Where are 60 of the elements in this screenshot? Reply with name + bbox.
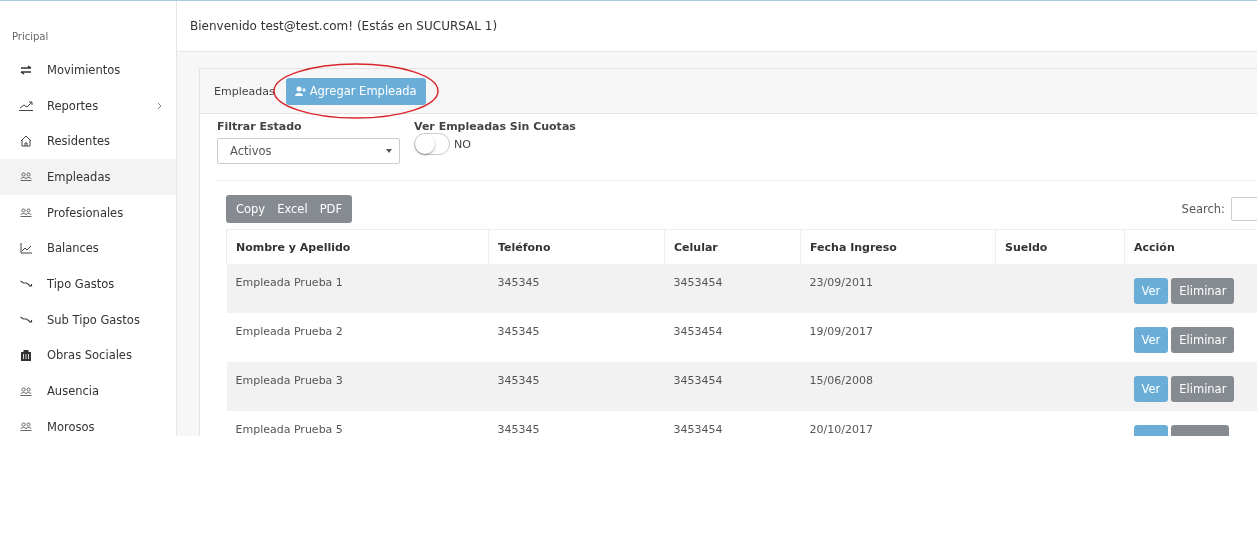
table-cell: 3453454 <box>673 423 723 436</box>
menu-label: Ausencia <box>47 384 101 399</box>
sidebar-item[interactable]: Empleadas <box>0 159 176 195</box>
table-cell: 345345 <box>497 374 540 387</box>
people-icon <box>19 422 33 432</box>
table-cell: 20/10/2017 <box>809 423 873 436</box>
toggle-state: NO <box>454 137 471 151</box>
home-icon <box>19 135 33 148</box>
table-cell: Empleada Prueba 1 <box>235 276 343 289</box>
menu-label: Morosos <box>47 419 96 434</box>
table-cell: Empleada Prueba 5 <box>235 423 343 436</box>
arrows-icon <box>19 64 33 75</box>
add-user-icon <box>294 86 306 96</box>
table-cell: 3453454 <box>673 374 723 387</box>
welcome-text: Bienvenido test@test.com! (Estás en SUCURSAL 1) <box>190 19 498 33</box>
sidebar-item[interactable]: Sub Tipo Gastos <box>0 301 176 338</box>
toggle-label: Ver Empleadas Sin Cuotas <box>414 120 576 133</box>
sidebar-item[interactable]: Residentes <box>0 123 176 160</box>
building-icon <box>19 349 33 361</box>
menu-label: Balances <box>47 241 100 256</box>
line-chart-icon <box>19 242 33 254</box>
table-cell: 19/09/2017 <box>809 325 873 338</box>
people-icon <box>19 386 33 396</box>
sidebar-item[interactable]: Movimientos <box>0 52 176 88</box>
status-dropdown[interactable]: Activos <box>217 138 400 164</box>
people-icon <box>19 172 33 182</box>
table-cell: 3453454 <box>673 325 723 338</box>
filter-label: Filtrar Estado <box>217 120 303 133</box>
menu-label: Profesionales <box>47 205 125 220</box>
menu-label: Movimientos <box>47 62 122 77</box>
menu-label: Obras Sociales <box>47 348 133 363</box>
menu-label: Reportes <box>47 98 100 113</box>
table-cell: 3453454 <box>673 276 723 289</box>
table-cell: 15/06/2008 <box>809 374 873 387</box>
menu-label: Tipo Gastos <box>47 276 116 291</box>
sidebar-item[interactable]: Tipo Gastos <box>0 266 176 302</box>
sidebar-item[interactable]: Morosos <box>0 408 176 436</box>
caret-icon <box>386 149 392 153</box>
section-heading: Pricipal <box>11 30 50 44</box>
trend-icon <box>19 100 33 111</box>
menu-label: Empleadas <box>47 169 112 184</box>
toggle-switch[interactable] <box>414 133 450 155</box>
table-cell: 345345 <box>497 325 540 338</box>
table-cell: 345345 <box>497 276 540 289</box>
table-cell: 345345 <box>497 423 540 436</box>
sidebar-item[interactable]: Ausencia <box>0 373 176 409</box>
table-cell: Empleada Prueba 2 <box>235 325 343 338</box>
sidebar-item[interactable]: Balances <box>0 230 176 267</box>
sidebar-item[interactable]: Profesionales <box>0 194 176 231</box>
table-cell: 23/09/2011 <box>809 276 873 289</box>
menu-label: Sub Tipo Gastos <box>47 312 141 327</box>
search-label: Search: <box>1181 202 1225 216</box>
trend-down-icon <box>19 316 33 324</box>
table-cell: Empleada Prueba 3 <box>235 374 343 387</box>
sidebar-item[interactable]: Obras Sociales <box>0 337 176 374</box>
trend-down-icon <box>19 280 33 288</box>
sidebar-item[interactable]: Reportes <box>0 87 176 124</box>
menu-label: Residentes <box>47 134 111 149</box>
panel-title: Empleadas <box>214 84 275 98</box>
people-icon <box>19 208 33 218</box>
